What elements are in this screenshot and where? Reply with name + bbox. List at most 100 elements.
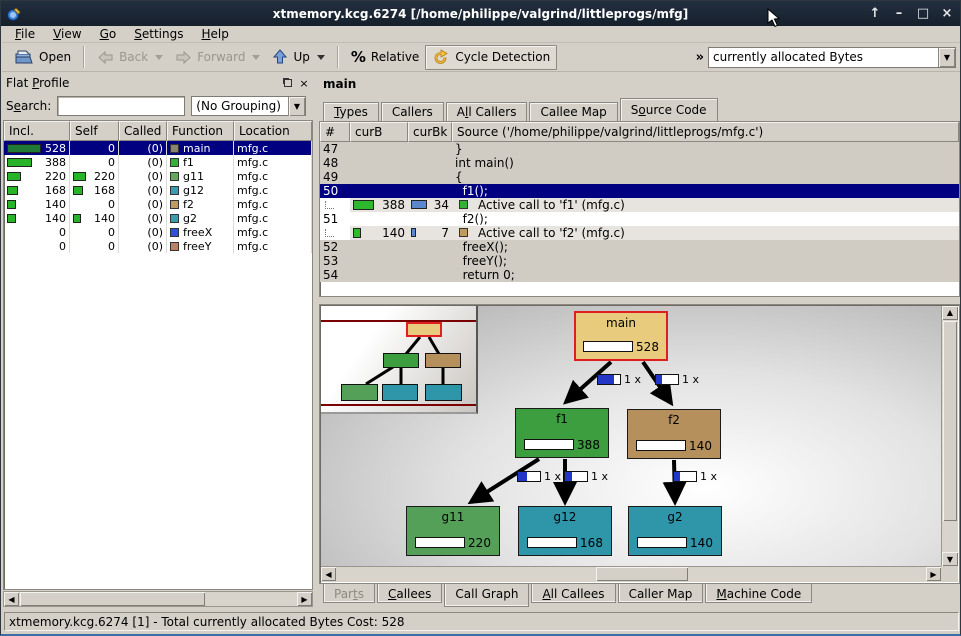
source-line[interactable]: 52 freeX(); (320, 240, 959, 254)
function-color-icon (170, 158, 179, 167)
flat-profile-dock: Flat Profile × Search: (No Grouping) ▼ I… (3, 74, 313, 607)
cycle-detection-button[interactable]: Cycle Detection (425, 45, 557, 70)
tab-call-graph[interactable]: Call Graph (444, 584, 529, 607)
up-button[interactable]: Up (266, 45, 330, 70)
menu-file[interactable]: File (6, 26, 44, 43)
graph-node-f1[interactable]: f1 388 (515, 408, 609, 458)
tab-machine-code[interactable]: Machine Code (705, 584, 812, 603)
search-input[interactable] (57, 96, 185, 116)
function-color-icon (170, 214, 179, 223)
tab-callee-map[interactable]: Callee Map (529, 102, 617, 121)
menu-settings[interactable]: Settings (125, 26, 192, 43)
toolbar-overflow-chevron[interactable]: » (692, 50, 708, 65)
source-line-selected[interactable]: 50 f1(); (320, 184, 959, 198)
scrollbar-thumb[interactable] (596, 567, 688, 581)
source-line[interactable]: 54 return 0; (320, 268, 959, 282)
dock-float-icon[interactable] (282, 77, 294, 89)
cost-bar (7, 144, 41, 153)
graph-node-g12[interactable]: g12 168 (518, 506, 612, 556)
source-line[interactable]: 49 { (320, 170, 959, 184)
graph-vscrollbar[interactable]: ▲ ▼ (941, 306, 958, 566)
scroll-right-icon[interactable]: ▶ (297, 592, 312, 606)
tab-callers[interactable]: Callers (381, 102, 444, 121)
cost-bar (583, 341, 633, 352)
up-dropdown-caret[interactable] (317, 55, 325, 60)
column-source[interactable]: Source ('/home/philippe/valgrind/littlep… (452, 122, 959, 142)
function-color-icon (170, 186, 179, 195)
graph-node-main[interactable]: main 528 (574, 311, 668, 361)
column-self[interactable]: Self (70, 121, 119, 141)
maximize-button[interactable]: □ (916, 6, 930, 21)
column-function[interactable]: Function (167, 121, 234, 141)
graph-node-g11[interactable]: g11 220 (406, 506, 500, 556)
table-row[interactable]: 528 0 (0) main mfg.c (4, 141, 312, 155)
call-graph-canvas[interactable]: main 528 f1 388 f2 140 g11 220 g12 168 (321, 306, 941, 566)
function-color-icon (170, 144, 179, 153)
flat-profile-hscrollbar[interactable]: ◀ ▶ (3, 591, 313, 607)
graph-node-f2[interactable]: f2 140 (627, 409, 721, 459)
source-line[interactable]: 48 int main() (320, 156, 959, 170)
source-line[interactable]: 51 f2(); (320, 212, 959, 226)
table-row[interactable]: 220 220 (0) g11 mfg.c (4, 169, 312, 183)
forward-dropdown-caret[interactable] (252, 55, 260, 60)
graph-overview-minimap[interactable] (321, 306, 478, 414)
source-call-line[interactable]: 140 7 Active call to 'f2' (mfg.c) (320, 226, 959, 240)
open-button[interactable]: Open (8, 45, 77, 70)
tab-callees[interactable]: Callees (377, 584, 442, 603)
scroll-left-icon[interactable]: ◀ (321, 567, 336, 581)
close-button[interactable]: × (940, 6, 954, 21)
column-called[interactable]: Called (119, 121, 167, 141)
table-row[interactable]: 140 0 (0) f2 mfg.c (4, 197, 312, 211)
menu-view[interactable]: View (44, 26, 90, 43)
scroll-left-icon[interactable]: ◀ (4, 592, 19, 606)
tab-source-code[interactable]: Source Code (620, 98, 718, 121)
scrollbar-corner (941, 566, 958, 582)
event-type-combobox[interactable]: currently allocated Bytes ▼ (708, 47, 956, 68)
table-row[interactable]: 0 0 (0) freeY mfg.c (4, 239, 312, 253)
edge-label: 1 x (564, 470, 608, 483)
shade-button[interactable]: ↑ (868, 6, 882, 21)
table-row[interactable]: 140 140 (0) g2 mfg.c (4, 211, 312, 225)
scrollbar-thumb[interactable] (20, 592, 205, 606)
up-arrow-icon (272, 49, 288, 65)
dock-close-icon[interactable]: × (298, 77, 310, 89)
source-call-line[interactable]: 388 34 Active call to 'f1' (mfg.c) (320, 198, 959, 212)
column-line-number[interactable]: # (320, 122, 350, 142)
scroll-up-icon[interactable]: ▲ (942, 306, 958, 320)
scroll-down-icon[interactable]: ▼ (942, 552, 958, 566)
tab-parts[interactable]: Parts (323, 584, 375, 603)
column-curb[interactable]: curB (350, 122, 408, 142)
function-color-icon (170, 200, 179, 209)
column-curbk[interactable]: curBk (408, 122, 452, 142)
scroll-right-icon[interactable]: ▶ (926, 567, 941, 581)
minimize-button[interactable]: – (892, 6, 906, 21)
menu-go[interactable]: Go (91, 26, 126, 43)
chevron-down-icon[interactable]: ▼ (288, 97, 305, 116)
grouping-combobox[interactable]: (No Grouping) ▼ (191, 96, 306, 116)
cycle-arrow-icon (432, 49, 450, 65)
edge-label: 1 x (673, 470, 717, 483)
tab-all-callers[interactable]: All Callers (446, 102, 528, 121)
tab-caller-map[interactable]: Caller Map (618, 584, 704, 603)
call-graph-view: main 528 f1 388 f2 140 g11 220 g12 168 (319, 304, 960, 584)
graph-hscrollbar[interactable]: ◀ ▶ (321, 566, 941, 582)
column-location[interactable]: Location (234, 121, 312, 141)
chevron-down-icon[interactable]: ▼ (938, 48, 955, 67)
forward-button[interactable]: Forward (169, 45, 266, 70)
menu-help[interactable]: Help (192, 26, 237, 43)
table-row[interactable]: 168 168 (0) g12 mfg.c (4, 183, 312, 197)
scrollbar-thumb[interactable] (943, 321, 957, 521)
column-incl[interactable]: Incl. (4, 121, 70, 141)
source-line[interactable]: 47 } (320, 142, 959, 156)
source-line[interactable]: 53 freeY(); (320, 254, 959, 268)
back-dropdown-caret[interactable] (155, 55, 163, 60)
minimap-node-g2 (425, 384, 462, 401)
relative-button[interactable]: % Relative (345, 45, 425, 70)
horizontal-splitter[interactable] (319, 297, 960, 304)
tab-types[interactable]: Types (323, 102, 379, 121)
table-row[interactable]: 0 0 (0) freeX mfg.c (4, 225, 312, 239)
tab-all-callees[interactable]: All Callees (531, 584, 615, 603)
graph-node-g2[interactable]: g2 140 (628, 506, 722, 556)
back-button[interactable]: Back (91, 45, 169, 70)
table-row[interactable]: 388 0 (0) f1 mfg.c (4, 155, 312, 169)
